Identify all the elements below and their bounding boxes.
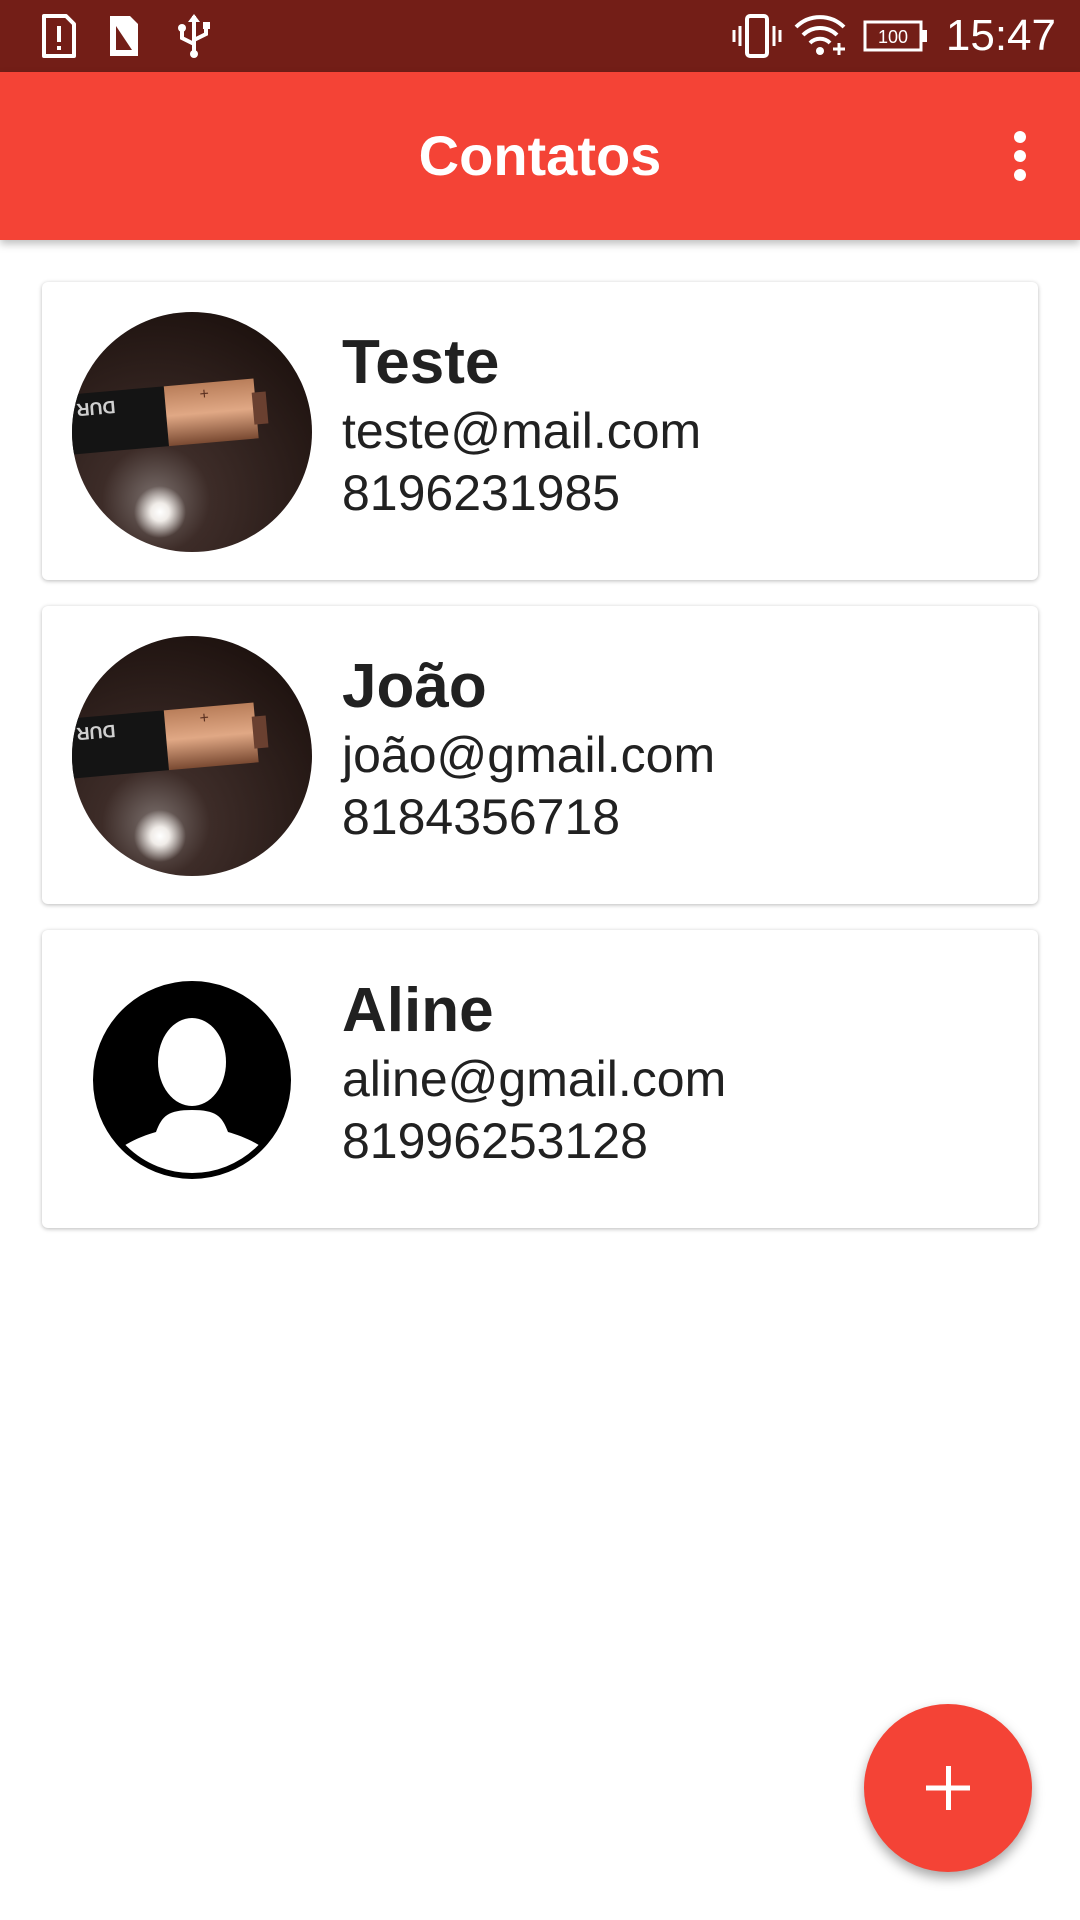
contact-email: aline@gmail.com	[342, 1051, 727, 1107]
contact-photo: DURACE +	[72, 312, 312, 552]
sim-icon	[104, 0, 144, 72]
wifi-icon	[792, 0, 848, 72]
add-icon	[926, 1766, 970, 1810]
battery-icon: 100	[862, 0, 930, 72]
contact-phone: 81996253128	[342, 1113, 648, 1169]
status-time: 15:47	[945, 11, 1056, 60]
page-title: Contatos	[418, 124, 662, 187]
alert-icon	[36, 0, 80, 72]
svg-text:+: +	[199, 709, 210, 727]
contact-card[interactable]: Aline aline@gmail.com 81996253128	[42, 930, 1038, 1228]
contact-list: DURACE + Teste teste@mail.com 8196231985	[42, 282, 1038, 1254]
contact-card[interactable]: DURACE + Teste teste@mail.com 8196231985	[42, 282, 1038, 580]
more-vert-icon[interactable]	[990, 126, 1050, 186]
contact-email: joão@gmail.com	[342, 727, 716, 783]
contact-card[interactable]: DURACE + João joão@gmail.com 8184356718	[42, 606, 1038, 904]
contact-info: Teste teste@mail.com 8196231985	[342, 328, 1018, 524]
app-bar: Contatos	[0, 72, 1080, 240]
contact-info: Aline aline@gmail.com 81996253128	[342, 976, 1018, 1172]
contact-info: João joão@gmail.com 8184356718	[342, 652, 1018, 848]
battery-level: 100	[878, 27, 908, 47]
default-person-icon	[72, 960, 312, 1200]
svg-text:+: +	[199, 385, 210, 403]
contact-name: Teste	[342, 328, 500, 397]
contact-name: Aline	[342, 976, 494, 1045]
contact-phone: 8196231985	[342, 465, 621, 521]
contact-phone: 8184356718	[342, 789, 621, 845]
usb-icon	[172, 0, 216, 72]
vibrate-icon	[730, 0, 784, 72]
contact-photo: DURACE +	[72, 636, 312, 876]
add-contact-button[interactable]	[864, 1704, 1032, 1872]
contacts-screen: 100 15:47 Contatos DURACE + Teste teste@…	[0, 0, 1080, 1920]
status-bar: 100 15:47	[0, 0, 1080, 72]
contact-email: teste@mail.com	[342, 403, 702, 459]
contact-name: João	[342, 652, 487, 721]
